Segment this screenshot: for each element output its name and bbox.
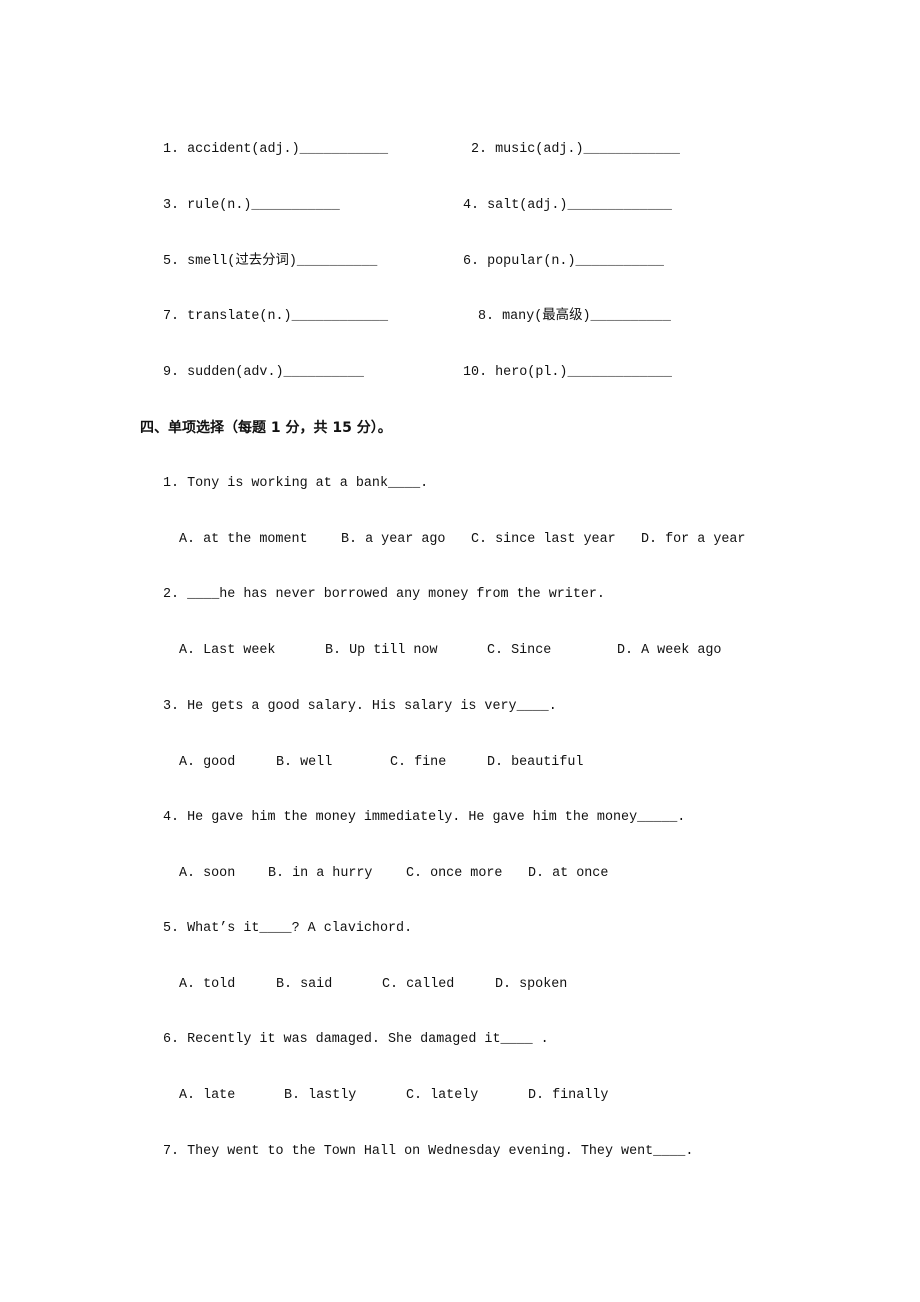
question-text: 2. ____he has never borrowed any money f… xyxy=(163,587,605,602)
word-form-prompt: 6. popular(n.) xyxy=(463,254,576,269)
word-form-prompt: 5. smell(过去分词) xyxy=(163,254,297,269)
answer-option[interactable]: C. since last year xyxy=(471,532,616,548)
word-form-item: 6. popular(n.)___________ xyxy=(463,254,664,270)
answer-option[interactable]: C. once more xyxy=(406,866,502,882)
answer-blank[interactable]: __________ xyxy=(591,309,671,324)
answer-option[interactable]: C. Since xyxy=(487,643,551,659)
answer-option[interactable]: D. A week ago xyxy=(617,643,721,659)
question-text: 3. He gets a good salary. His salary is … xyxy=(163,699,557,714)
question-text: 7. They went to the Town Hall on Wednesd… xyxy=(163,1144,694,1159)
word-form-prompt: 1. accident(adj.) xyxy=(163,142,300,157)
section-title: 四、单项选择（每题 1 分，共 15 分）。 xyxy=(140,420,392,436)
word-form-prompt: 2. music(adj.) xyxy=(471,142,584,157)
word-form-item: 9. sudden(adv.)__________ xyxy=(163,365,364,381)
answer-option[interactable]: B. lastly xyxy=(284,1088,356,1104)
answer-option[interactable]: B. Up till now xyxy=(325,643,438,659)
answer-option[interactable]: D. for a year xyxy=(641,532,745,548)
word-form-item: 2. music(adj.)____________ xyxy=(471,142,680,158)
answer-option[interactable]: B. a year ago xyxy=(341,532,445,548)
answer-option[interactable]: D. spoken xyxy=(495,977,567,993)
word-form-item: 4. salt(adj.)_____________ xyxy=(463,198,672,214)
answer-option[interactable]: C. called xyxy=(382,977,454,993)
word-form-item: 8. many(最高级)__________ xyxy=(478,309,671,325)
answer-blank[interactable]: _____________ xyxy=(567,365,671,380)
question-text: 1. Tony is working at a bank____. xyxy=(163,476,429,491)
answer-blank[interactable]: ___________ xyxy=(576,254,664,269)
answer-option[interactable]: B. in a hurry xyxy=(268,866,372,882)
question-text: 6. Recently it was damaged. She damaged … xyxy=(163,1032,549,1047)
word-form-prompt: 3. rule(n.) xyxy=(163,198,252,213)
answer-option[interactable]: A. good xyxy=(179,755,235,771)
answer-blank[interactable]: ___________ xyxy=(300,142,388,157)
answer-blank[interactable]: ____________ xyxy=(292,309,388,324)
word-form-item: 1. accident(adj.)___________ xyxy=(163,142,388,158)
word-form-item: 7. translate(n.)____________ xyxy=(163,309,388,325)
answer-option[interactable]: C. fine xyxy=(390,755,446,771)
document-page: 1. accident(adj.)___________ 2. music(adj… xyxy=(0,0,920,1302)
word-form-prompt: 9. sudden(adv.) xyxy=(163,365,284,380)
answer-option[interactable]: B. said xyxy=(276,977,332,993)
answer-option[interactable]: C. lately xyxy=(406,1088,478,1104)
answer-blank[interactable]: _____________ xyxy=(567,198,671,213)
answer-blank[interactable]: __________ xyxy=(284,365,364,380)
word-form-prompt: 4. salt(adj.) xyxy=(463,198,568,213)
answer-option[interactable]: D. beautiful xyxy=(487,755,583,771)
answer-option[interactable]: B. well xyxy=(276,755,332,771)
answer-blank[interactable]: __________ xyxy=(297,254,377,269)
word-form-item: 10. hero(pl.)_____________ xyxy=(463,365,672,381)
question-text: 4. He gave him the money immediately. He… xyxy=(163,810,686,825)
word-form-item: 3. rule(n.)___________ xyxy=(163,198,340,214)
word-form-prompt: 10. hero(pl.) xyxy=(463,365,568,380)
answer-blank[interactable]: ___________ xyxy=(251,198,339,213)
answer-option[interactable]: D. at once xyxy=(528,866,608,882)
answer-option[interactable]: A. soon xyxy=(179,866,235,882)
answer-option[interactable]: A. Last week xyxy=(179,643,275,659)
answer-option[interactable]: A. at the moment xyxy=(179,532,308,548)
word-form-prompt: 7. translate(n.) xyxy=(163,309,292,324)
answer-blank[interactable]: ____________ xyxy=(584,142,680,157)
answer-option[interactable]: A. late xyxy=(179,1088,235,1104)
answer-option[interactable]: D. finally xyxy=(528,1088,608,1104)
answer-option[interactable]: A. told xyxy=(179,977,235,993)
word-form-prompt: 8. many(最高级) xyxy=(478,309,591,324)
word-form-item: 5. smell(过去分词)__________ xyxy=(163,254,377,270)
question-text: 5. What’s it____? A clavichord. xyxy=(163,921,413,936)
